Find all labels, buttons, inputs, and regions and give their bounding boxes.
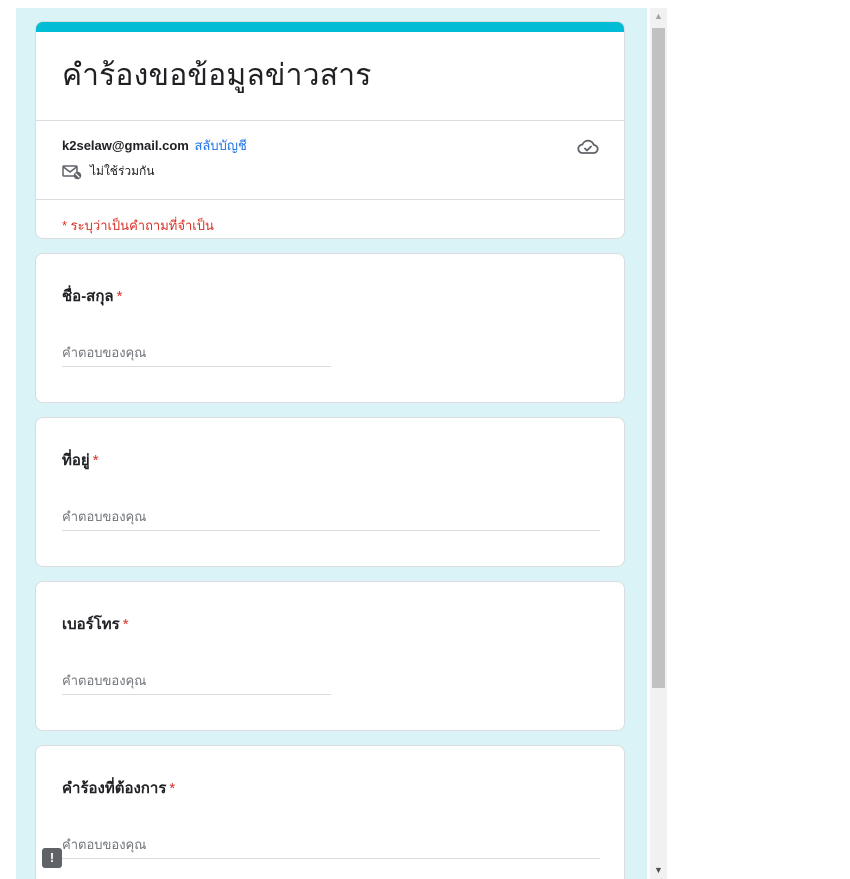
answer-input-request[interactable]	[62, 837, 600, 859]
account-email: k2selaw@gmail.com	[62, 138, 189, 153]
question-title: ชื่อ-สกุล	[62, 288, 114, 305]
required-note: * ระบุว่าเป็นคำถามที่จำเป็น	[62, 218, 214, 233]
question-title: ที่อยู่	[62, 452, 90, 469]
question-title: เบอร์โทร	[62, 616, 120, 633]
header-divider-top	[36, 120, 624, 121]
form-accent-bar	[36, 22, 624, 32]
scroll-up-arrow-icon[interactable]: ▲	[650, 8, 667, 25]
question-label: ชื่อ-สกุล *	[62, 284, 122, 308]
required-star: *	[122, 616, 129, 633]
form-header-card: คำร้องขอข้อมูลข่าวสาร k2selaw@gmail.com …	[35, 21, 625, 239]
required-star: *	[169, 780, 176, 797]
cloud-check-icon	[577, 139, 599, 154]
question-card-address: ที่อยู่ *	[35, 417, 625, 567]
answer-input-name[interactable]	[62, 345, 331, 367]
account-row: k2selaw@gmail.com สลับบัญชี	[62, 135, 247, 156]
scroll-down-arrow-icon[interactable]: ▼	[650, 862, 667, 879]
question-card-request: คำร้องที่ต้องการ *	[35, 745, 625, 879]
vertical-scrollbar[interactable]: ▲ ▼	[650, 8, 667, 879]
form-title: คำร้องขอข้อมูลข่าวสาร	[62, 59, 372, 92]
not-shared-label: ไม่ใช้ร่วมกัน	[90, 164, 155, 178]
answer-input-address[interactable]	[62, 509, 600, 531]
question-label: ที่อยู่ *	[62, 448, 99, 472]
required-star: *	[92, 452, 99, 469]
feedback-icon[interactable]: !	[42, 848, 62, 868]
not-shared-row: ไม่ใช้ร่วมกัน	[62, 162, 155, 181]
question-title: คำร้องที่ต้องการ	[62, 780, 167, 797]
question-label: คำร้องที่ต้องการ *	[62, 776, 175, 800]
mail-not-shared-icon	[62, 164, 82, 179]
required-star: *	[116, 288, 123, 305]
answer-input-phone[interactable]	[62, 673, 331, 695]
question-card-name: ชื่อ-สกุล *	[35, 253, 625, 403]
scrollbar-thumb[interactable]	[652, 28, 665, 688]
question-card-phone: เบอร์โทร *	[35, 581, 625, 731]
header-divider-bottom	[36, 199, 624, 200]
question-label: เบอร์โทร *	[62, 612, 129, 636]
form-viewport: คำร้องขอข้อมูลข่าวสาร k2selaw@gmail.com …	[16, 8, 647, 879]
switch-account-link[interactable]: สลับบัญชี	[194, 138, 246, 153]
